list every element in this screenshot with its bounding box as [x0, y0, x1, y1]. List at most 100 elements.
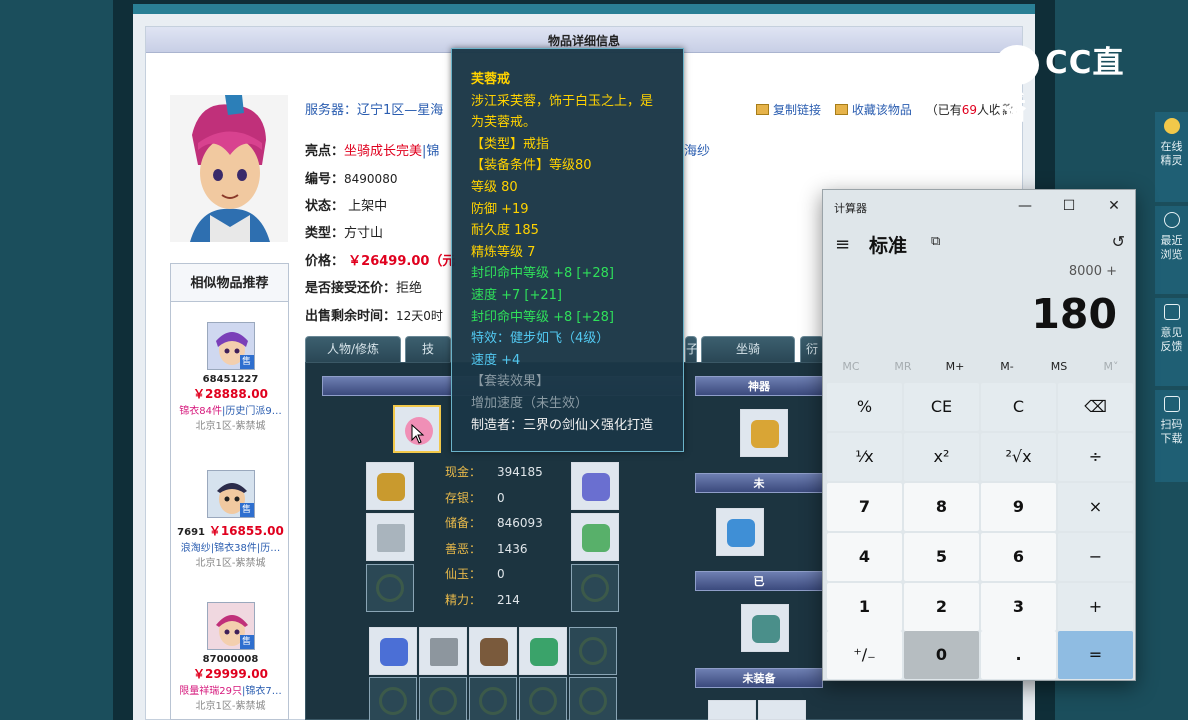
highlights-row: 亮点：坐骑成长完美|锦 — [305, 140, 439, 159]
equals-button[interactable]: = — [1058, 631, 1133, 679]
digit-6-button[interactable]: 6 — [981, 533, 1056, 581]
tooltip-defense: 防御 +19 — [471, 201, 529, 217]
memory-recall-button[interactable]: MR — [877, 360, 929, 373]
reciprocal-button[interactable]: ⅟x — [827, 433, 902, 481]
backspace-button[interactable]: ⌫ — [1058, 383, 1133, 431]
empty-slot[interactable] — [369, 677, 417, 720]
similar-item-avatar[interactable]: 售 — [206, 602, 255, 650]
square-root-button[interactable]: ²√x — [981, 433, 1056, 481]
inventory-slot[interactable] — [369, 627, 417, 675]
tooltip-refine: 精炼等级 7 — [471, 244, 536, 260]
memory-store-button[interactable]: MS — [1033, 360, 1085, 373]
divide-button[interactable]: ÷ — [1058, 433, 1133, 481]
unused-item-icon — [727, 519, 755, 547]
artifact-slot[interactable] — [740, 409, 788, 457]
memory-clear-button[interactable]: MC — [825, 360, 877, 373]
highlight-tag[interactable]: 海纱 — [684, 140, 710, 159]
highlights-label: 亮点： — [305, 144, 345, 159]
inventory-item-icon — [380, 638, 408, 666]
similar-item-id: 7691 — [177, 527, 205, 538]
digit-8-button[interactable]: 8 — [904, 483, 979, 531]
menu-icon[interactable]: ≡ — [835, 234, 850, 255]
side-feedback[interactable]: 意见反馈 — [1155, 298, 1188, 386]
digit-7-button[interactable]: 7 — [827, 483, 902, 531]
empty-slot[interactable] — [571, 564, 619, 612]
necklace-slot[interactable] — [571, 462, 619, 510]
stat-energy: 精力： 214 — [445, 592, 520, 607]
history-icon[interactable]: ↺ — [1112, 232, 1125, 251]
tab-hidden[interactable]: 子 — [685, 336, 698, 362]
empty-slot[interactable] — [569, 627, 617, 675]
minimize-button[interactable]: — — [1005, 194, 1045, 218]
similar-item[interactable]: 售 68451227 ￥28888.00 锦衣84件|历史门派9… 北京1区-紫… — [171, 322, 290, 432]
similar-item[interactable]: 售 7691 ￥16855.00 浪淘纱|锦衣38件|历… 北京1区-紫禁城 — [171, 470, 290, 569]
used-bar: 已 — [695, 571, 823, 591]
similar-item[interactable]: 售 87000008 ￥29999.00 限量祥瑞29只|锦衣7… 北京1区-紫… — [171, 602, 290, 712]
remain-label: 出售剩余时间： — [305, 309, 397, 324]
id-row: 编号：8490080 — [305, 168, 397, 187]
keep-on-top-icon[interactable]: ⧉ — [931, 234, 940, 249]
highlight-tag[interactable]: |锦 — [422, 144, 439, 159]
helmet-slot[interactable] — [366, 462, 414, 510]
used-item-slot[interactable] — [741, 604, 789, 652]
highlight-tag[interactable]: 坐骑成长完美 — [344, 144, 422, 159]
digit-4-button[interactable]: 4 — [827, 533, 902, 581]
decimal-button[interactable]: . — [981, 631, 1056, 679]
favorite-count: 69 — [961, 103, 977, 117]
digit-1-button[interactable]: 1 — [827, 583, 902, 631]
unequipped-item-slot[interactable] — [708, 700, 756, 720]
calculator-mode: 标准 — [869, 235, 908, 257]
type-label: 类型： — [305, 226, 345, 241]
digit-9-button[interactable]: 9 — [981, 483, 1056, 531]
clear-entry-button[interactable]: CE — [904, 383, 979, 431]
memory-add-button[interactable]: M+ — [929, 360, 981, 373]
memory-subtract-button[interactable]: M- — [981, 360, 1033, 373]
calculator-display: 180 — [1031, 290, 1117, 338]
close-button[interactable]: ✕ — [1094, 194, 1134, 218]
square-button[interactable]: x² — [904, 433, 979, 481]
empty-slot[interactable] — [419, 677, 467, 720]
inventory-slot[interactable] — [519, 627, 567, 675]
digit-0-button[interactable]: 0 — [904, 631, 979, 679]
similar-item-avatar[interactable]: 售 — [206, 322, 255, 370]
empty-slot[interactable] — [366, 564, 414, 612]
multiply-button[interactable]: × — [1058, 483, 1133, 531]
digit-5-button[interactable]: 5 — [904, 533, 979, 581]
digit-3-button[interactable]: 3 — [981, 583, 1056, 631]
tab-mount[interactable]: 坐骑 — [701, 336, 795, 362]
type-row: 类型：方寸山 — [305, 222, 383, 241]
tooltip-speed: 速度 +4 — [471, 352, 521, 368]
empty-slot[interactable] — [519, 677, 567, 720]
tooltip-description: 为芙蓉戒。 — [471, 115, 537, 131]
side-online-fairy[interactable]: 在线精灵 — [1155, 112, 1188, 202]
mouse-cursor-icon — [411, 424, 425, 444]
unequipped-item-slot[interactable] — [758, 700, 806, 720]
favorite-button[interactable]: 收藏该物品 — [852, 103, 912, 117]
side-scan-download[interactable]: 扫码下载 — [1155, 390, 1188, 482]
empty-slot[interactable] — [569, 677, 617, 720]
tab-skills[interactable]: 技 — [405, 336, 451, 362]
maximize-button[interactable]: ☐ — [1049, 194, 1089, 218]
empty-slot[interactable] — [469, 677, 517, 720]
weapon-slot[interactable] — [366, 513, 414, 561]
add-button[interactable]: + — [1058, 583, 1133, 631]
tooltip-durability: 耐久度 185 — [471, 223, 539, 239]
inventory-slot[interactable] — [469, 627, 517, 675]
similar-item-avatar[interactable]: 售 — [206, 470, 255, 518]
inventory-slot[interactable] — [419, 627, 467, 675]
tab-outfit[interactable]: 衍 — [800, 336, 824, 362]
digit-2-button[interactable]: 2 — [904, 583, 979, 631]
copy-link-button[interactable]: 复制链接 — [773, 103, 821, 117]
unused-item-slot[interactable] — [716, 508, 764, 556]
similar-items-title: 相似物品推荐 — [171, 264, 288, 302]
clear-button[interactable]: C — [981, 383, 1056, 431]
price-label: 价格： — [305, 254, 345, 269]
negate-button[interactable]: ⁺∕₋ — [827, 631, 902, 679]
armor-slot[interactable] — [571, 513, 619, 561]
tab-character[interactable]: 人物/修炼 — [305, 336, 401, 362]
status-row: 状态： 上架中 — [305, 195, 387, 214]
memory-list-button[interactable]: M˅ — [1085, 360, 1137, 373]
subtract-button[interactable]: − — [1058, 533, 1133, 581]
percent-button[interactable]: % — [827, 383, 902, 431]
side-recent[interactable]: 最近浏览 — [1155, 206, 1188, 294]
